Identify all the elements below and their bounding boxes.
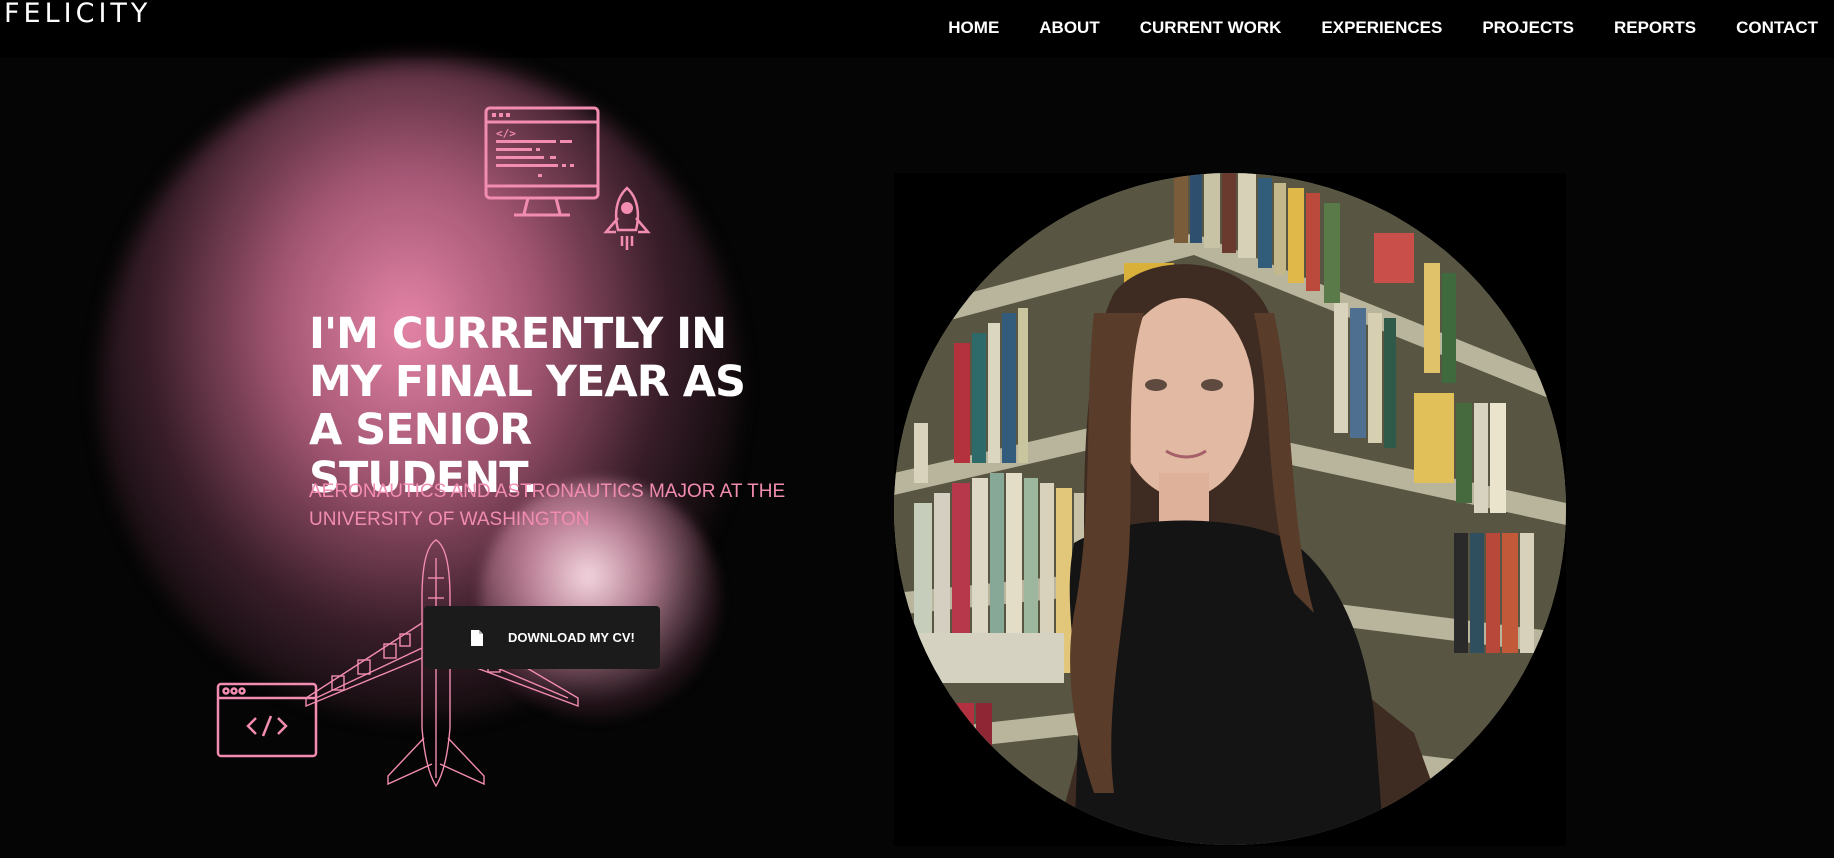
profile-photo-frame <box>894 173 1566 846</box>
download-cv-button[interactable]: DOWNLOAD MY CV! <box>424 606 660 669</box>
download-cv-label: DOWNLOAD MY CV! <box>508 630 635 645</box>
nav-item-home[interactable]: HOME <box>948 18 999 38</box>
nav-item-experiences[interactable]: EXPERIENCES <box>1321 18 1442 38</box>
nav-item-about[interactable]: ABOUT <box>1039 18 1099 38</box>
nav-item-contact[interactable]: CONTACT <box>1736 18 1818 38</box>
rocket-icon <box>603 186 651 250</box>
nav-menu: HOME ABOUT CURRENT WORK EXPERIENCES PROJ… <box>948 18 1818 38</box>
svg-text:</>: </> <box>496 127 516 140</box>
browser-code-icon <box>216 682 318 758</box>
brand-logo[interactable]: FELICITY <box>4 0 151 27</box>
nav-item-projects[interactable]: PROJECTS <box>1482 18 1574 38</box>
airplane-icon <box>305 539 579 788</box>
monitor-code-icon: </> <box>484 106 600 217</box>
file-icon <box>471 629 483 646</box>
top-navbar: FELICITY HOME ABOUT CURRENT WORK EXPERIE… <box>0 0 1834 58</box>
profile-photo <box>894 173 1566 845</box>
nav-item-current-work[interactable]: CURRENT WORK <box>1140 18 1282 38</box>
hero-subtitle: AERONAUTICS AND ASTRONAUTICS MAJOR AT TH… <box>309 481 786 530</box>
nav-item-reports[interactable]: REPORTS <box>1614 18 1696 38</box>
hero-headline: I'M CURRENTLY IN MY FINAL YEAR AS A SENI… <box>309 309 746 503</box>
